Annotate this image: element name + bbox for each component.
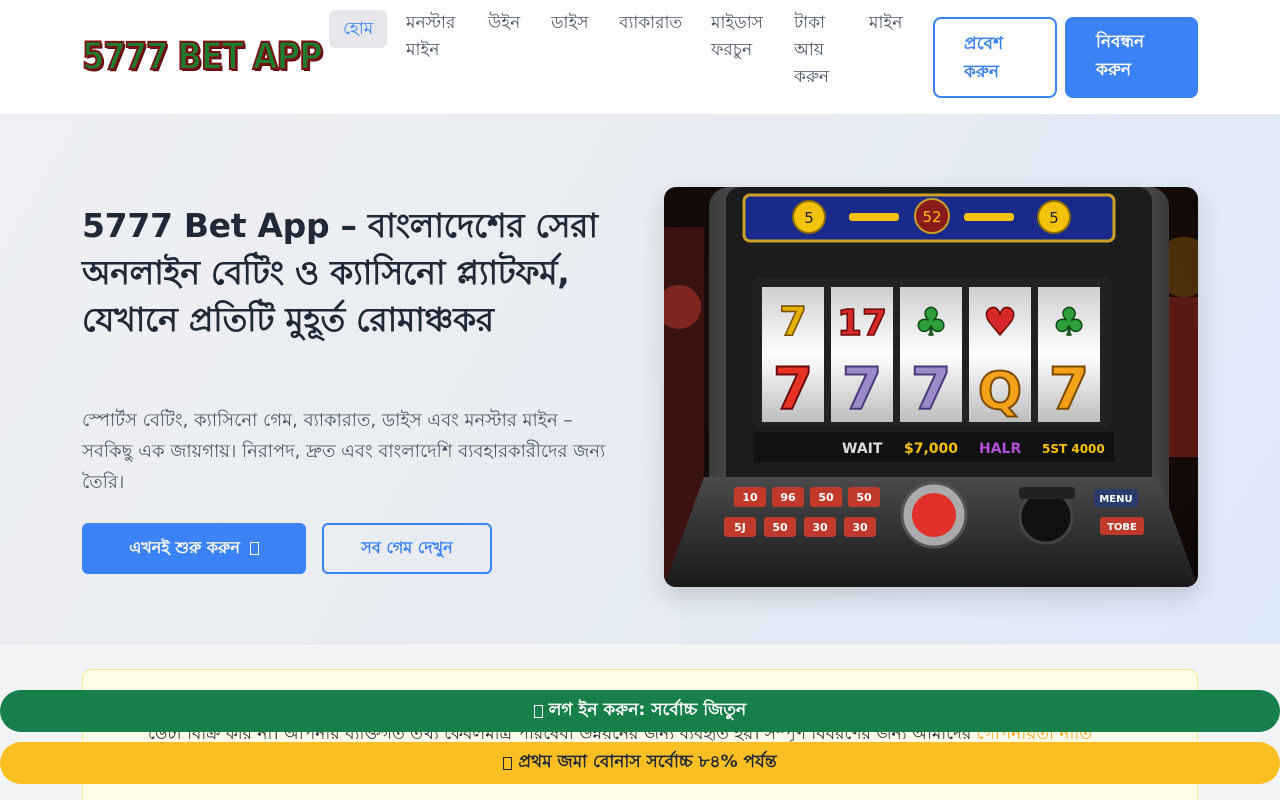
start-now-button[interactable]: এখনই শুরু করুন <box>82 523 306 574</box>
panel-button-label: 50 <box>856 491 872 504</box>
top-display-right: 5 <box>1049 209 1059 227</box>
register-button-label: নিবন্ধন করুন <box>1096 32 1145 80</box>
hero-description: স্পোর্টস বেটিং, ক্যাসিনো গেম, ব্যাকারাত,… <box>82 410 606 493</box>
reel-symbol: ♣ <box>1052 300 1086 344</box>
panel-button-label: 50 <box>818 491 834 504</box>
nav-item-win[interactable]: উইন <box>488 10 520 37</box>
hero-section: 5777 Bet App – বাংলাদেশের সেরা অনলাইন বে… <box>0 114 1280 644</box>
top-display-center: 52 <box>922 208 941 226</box>
nav-item-monster-mine[interactable]: মনস্টার মাইন <box>406 10 466 64</box>
view-all-games-label: সব গেম দেখুন <box>361 538 453 557</box>
nav-item-baccarat[interactable]: ব্যাকারাত <box>619 10 682 37</box>
site-header: 5777 BET APP হোম মনস্টার মাইন উইন ডাইস ব… <box>0 0 1280 114</box>
arrow-right-icon <box>249 542 259 555</box>
reel-symbol: 7 <box>842 355 882 423</box>
reel-symbol: ♥ <box>983 300 1017 344</box>
gift-icon <box>503 756 513 770</box>
reel-symbol: Q <box>978 362 1022 422</box>
panel-button-label: TOBE <box>1107 522 1137 533</box>
deposit-bonus-label: প্রথম জমা বোনাস সর্বোচ্চ ৮৪% পর্যন্ত <box>518 752 777 772</box>
view-all-games-button[interactable]: সব গেম দেখুন <box>322 523 492 574</box>
nav-item-earn-money[interactable]: টাকা আয় করুন <box>794 10 844 91</box>
panel-button-label: 96 <box>780 491 796 504</box>
reel-symbol: 7 <box>911 355 951 423</box>
reel-symbol: 7 <box>773 355 813 423</box>
panel-button-label: 5J <box>734 521 746 534</box>
slot-machine-image: 5 52 5 7 17 ♣ ♥ ♣ 7 7 7 Q 7 WAIT $7,000 … <box>664 187 1198 587</box>
reel-symbol: 7 <box>1049 355 1089 423</box>
register-button[interactable]: নিবন্ধন করুন <box>1065 17 1198 98</box>
logo-text: 5777 BET APP <box>81 34 324 79</box>
nav-item-midas-fortune[interactable]: মাইডাস ফরচুন <box>711 10 771 64</box>
login-promo-label: লগ ইন করুন: সর্বোচ্চ জিতুন <box>548 700 747 720</box>
status-text: HALR <box>979 441 1021 457</box>
login-promo-banner[interactable]: লগ ইন করুন: সর্বোচ্চ জিতুন <box>0 690 1280 732</box>
top-display-left: 5 <box>804 209 814 227</box>
panel-button-label: 50 <box>772 521 788 534</box>
reel-symbol: 7 <box>779 299 807 345</box>
nav-item-mines[interactable]: মাইন <box>869 10 902 37</box>
deposit-bonus-banner[interactable]: প্রথম জমা বোনাস সর্বোচ্চ ৮৪% পর্যন্ত <box>0 742 1280 784</box>
panel-button-label: 10 <box>742 491 758 504</box>
slot-machine-illustration: 5 52 5 7 17 ♣ ♥ ♣ 7 7 7 Q 7 WAIT $7,000 … <box>664 187 1198 587</box>
reel-symbol: ♣ <box>914 300 948 344</box>
panel-button-label: MENU <box>1099 494 1132 505</box>
hero-title: 5777 Bet App – বাংলাদেশের সেরা অনলাইন বে… <box>82 206 598 339</box>
start-now-label: এখনই শুরু করুন <box>129 538 240 557</box>
status-text: $7,000 <box>904 441 958 457</box>
panel-button-label: 30 <box>852 521 868 534</box>
nav-item-home[interactable]: হোম <box>329 10 388 48</box>
reel-symbol: 17 <box>837 303 887 344</box>
status-text: 5ST 4000 <box>1042 442 1105 456</box>
status-text: WAIT <box>842 441 883 457</box>
panel-button-label: 30 <box>812 521 828 534</box>
nav-item-dice[interactable]: ডাইস <box>551 10 589 37</box>
login-button-label: প্রবেশ করুন <box>964 34 1004 82</box>
login-icon <box>533 704 543 718</box>
site-logo[interactable]: 5777 BET APP <box>81 30 324 82</box>
login-button[interactable]: প্রবেশ করুন <box>933 17 1057 98</box>
